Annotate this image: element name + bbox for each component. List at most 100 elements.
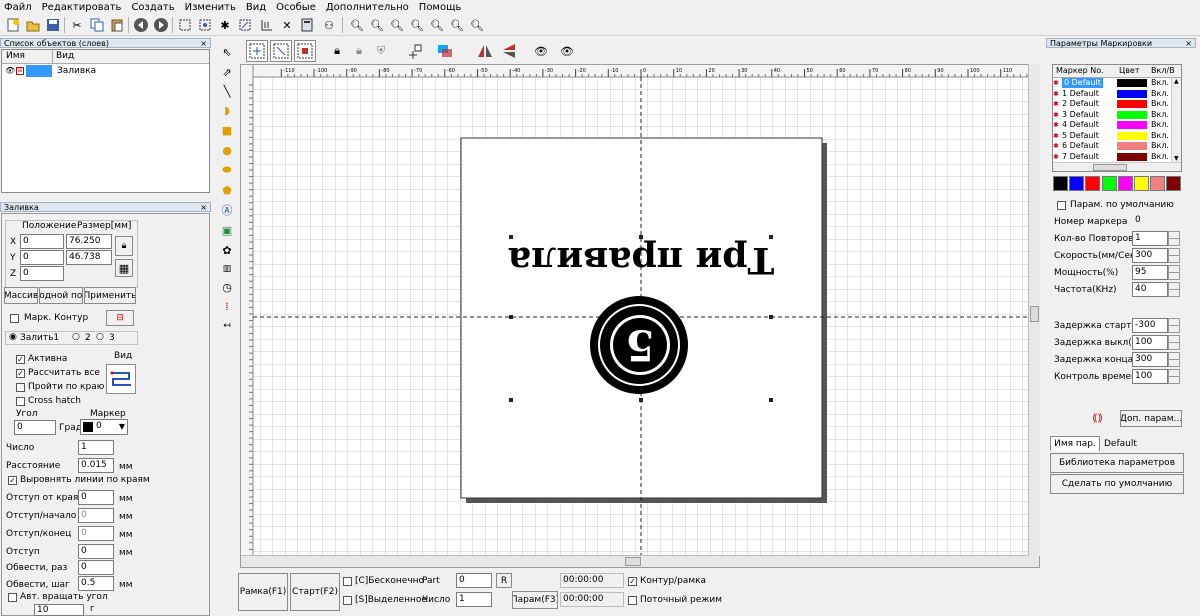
palette-swatch[interactable]: [1053, 176, 1068, 191]
canvas-grid[interactable]: -110 -100 -90 -80 -70 -60 -50 -40 -30 -20 -10 0 10 20…: [241, 65, 1040, 568]
repeat-spinner[interactable]: [1168, 231, 1180, 246]
start-delay-spinner[interactable]: [1168, 318, 1180, 333]
col-view[interactable]: Вид: [56, 51, 74, 61]
align-grid-3-icon[interactable]: [294, 40, 316, 62]
text-icon[interactable]: Ⓐ: [219, 202, 235, 218]
zoom-fit-icon[interactable]: 🔍︎: [408, 16, 426, 34]
marker-row[interactable]: ✱ 4 Default Вкл.: [1053, 120, 1171, 131]
marker-row[interactable]: ✱ 2 Default Вкл.: [1053, 99, 1171, 110]
select-node-icon[interactable]: [196, 16, 214, 34]
array-button[interactable]: Массив: [4, 287, 38, 304]
palette-swatch[interactable]: [1101, 176, 1117, 191]
marker-row-color[interactable]: [1117, 89, 1147, 98]
distance-field[interactable]: 0.015: [78, 458, 114, 473]
mirror-h-icon[interactable]: [476, 42, 494, 60]
fill-preview-button[interactable]: [106, 364, 136, 394]
apply-button[interactable]: Применить: [84, 287, 136, 304]
marker-row-on[interactable]: Вкл.: [1151, 131, 1169, 141]
save-icon[interactable]: [44, 16, 62, 34]
palette-swatch[interactable]: [1166, 176, 1182, 191]
freq-field[interactable]: 40: [1132, 282, 1168, 297]
marker-row[interactable]: ✱ 0 Default Вкл.: [1053, 78, 1171, 89]
frame-button[interactable]: Рамка(F1): [238, 573, 288, 611]
active-checkbox[interactable]: ✓: [16, 355, 25, 364]
y-field[interactable]: 0: [20, 250, 64, 265]
col-name[interactable]: Имя: [6, 51, 25, 61]
height-field[interactable]: 46.738: [66, 250, 112, 265]
radio-fill3[interactable]: ○: [96, 332, 104, 342]
param-library-button[interactable]: Библиотека параметров: [1050, 453, 1184, 473]
select-star-icon[interactable]: ✱: [216, 16, 234, 34]
infinite-checkbox[interactable]: [343, 577, 352, 586]
marker-row[interactable]: ✱ 3 Default Вкл.: [1053, 110, 1171, 121]
repeat-field[interactable]: 1: [1132, 231, 1168, 246]
start-delay-field[interactable]: -300: [1132, 318, 1168, 333]
lock-icon[interactable]: ⊞: [16, 67, 24, 75]
color-layer-icon[interactable]: [436, 42, 454, 60]
palette-swatch[interactable]: [1117, 176, 1133, 191]
start-button[interactable]: Старт(F2): [290, 573, 340, 611]
line-icon[interactable]: ╲: [219, 83, 235, 99]
timer-icon[interactable]: ◷: [219, 279, 235, 295]
eye-all-icon[interactable]: 👁︎: [558, 42, 576, 60]
scroll-up-icon[interactable]: ▲: [1174, 78, 1179, 85]
contour-settings-button[interactable]: ⊟: [106, 310, 134, 326]
params-button[interactable]: Парам(F3): [512, 591, 558, 609]
lock-ratio-button[interactable]: 🔒︎: [115, 236, 133, 256]
col-marker-no[interactable]: Маркер No.: [1056, 66, 1104, 75]
stream-checkbox[interactable]: [628, 596, 637, 605]
time-ctrl-spinner[interactable]: [1168, 369, 1180, 384]
marker-row[interactable]: ✱ 6 Default Вкл.: [1053, 141, 1171, 152]
radio-fill1[interactable]: ◉: [9, 332, 17, 342]
menu-help[interactable]: Помощь: [419, 2, 462, 13]
zoom-selection-icon[interactable]: 🔍︎: [448, 16, 466, 34]
logo-seal[interactable]: 5: [590, 296, 688, 394]
palette-swatch[interactable]: [1069, 176, 1085, 191]
freq-spinner[interactable]: [1168, 282, 1180, 297]
vscroll-thumb[interactable]: [1030, 306, 1039, 322]
marker-row-color[interactable]: [1117, 110, 1147, 119]
marker-row-on[interactable]: Вкл.: [1151, 152, 1169, 162]
io-icon[interactable]: ⁞: [219, 298, 235, 314]
count-field[interactable]: 1: [456, 592, 492, 607]
redo-icon[interactable]: [152, 16, 170, 34]
menu-extra[interactable]: Дополнительно: [326, 2, 409, 13]
menu-modify[interactable]: Изменить: [185, 2, 236, 13]
marker-row-on[interactable]: Вкл.: [1151, 120, 1169, 130]
part-field[interactable]: 0: [456, 573, 492, 588]
marker-row-color[interactable]: [1117, 100, 1147, 108]
start-offset-field[interactable]: 0: [78, 508, 114, 523]
auto-rotate-field[interactable]: 10: [34, 604, 84, 616]
calc-all-checkbox[interactable]: ✓: [16, 369, 25, 378]
zoom-page-icon[interactable]: 🔍︎: [468, 16, 486, 34]
zoom-in-icon[interactable]: 🔍︎: [368, 16, 386, 34]
off-delay-field[interactable]: 100: [1132, 335, 1168, 350]
palette-swatch[interactable]: [1085, 176, 1101, 191]
zoom-all-icon[interactable]: 🔍︎: [428, 16, 446, 34]
lock-2-icon[interactable]: 🔒︎: [350, 42, 368, 60]
select-all-icon[interactable]: [176, 16, 194, 34]
copy-icon[interactable]: [88, 16, 106, 34]
marker-row-on[interactable]: Вкл.: [1151, 78, 1169, 88]
loop-count-field[interactable]: 0: [78, 560, 114, 575]
undo-icon[interactable]: [132, 16, 150, 34]
speed-field[interactable]: 300: [1132, 248, 1168, 263]
mirror-v-icon[interactable]: [500, 42, 518, 60]
marker-row-on[interactable]: Вкл.: [1151, 141, 1169, 151]
marker-vscrollbar[interactable]: ▲ ▼: [1171, 78, 1181, 162]
menu-special[interactable]: Особые: [276, 2, 316, 13]
menu-view[interactable]: Вид: [246, 2, 266, 13]
polygon-icon[interactable]: ⬟: [219, 182, 235, 198]
canvas-hscrollbar[interactable]: [241, 555, 1039, 567]
marker-hscroll-thumb[interactable]: [1093, 164, 1127, 171]
width-field[interactable]: 76.250: [66, 234, 112, 249]
marker-row-color[interactable]: [1117, 152, 1147, 161]
objects-list[interactable]: Имя Вид 👁︎ ⊞ Заливка: [1, 49, 210, 193]
canvas-area[interactable]: -110 -100 -90 -80 -70 -60 -50 -40 -30 -20 -10 0 10 20…: [240, 64, 1040, 568]
marker-row-color[interactable]: [1117, 131, 1147, 140]
x-field[interactable]: 0: [20, 234, 64, 249]
rectangle-icon[interactable]: ■: [219, 122, 235, 138]
palette-swatch[interactable]: [1134, 176, 1149, 191]
marker-row[interactable]: ✱ 7 Default Вкл.: [1053, 152, 1171, 163]
palette-swatch[interactable]: [1150, 176, 1166, 191]
